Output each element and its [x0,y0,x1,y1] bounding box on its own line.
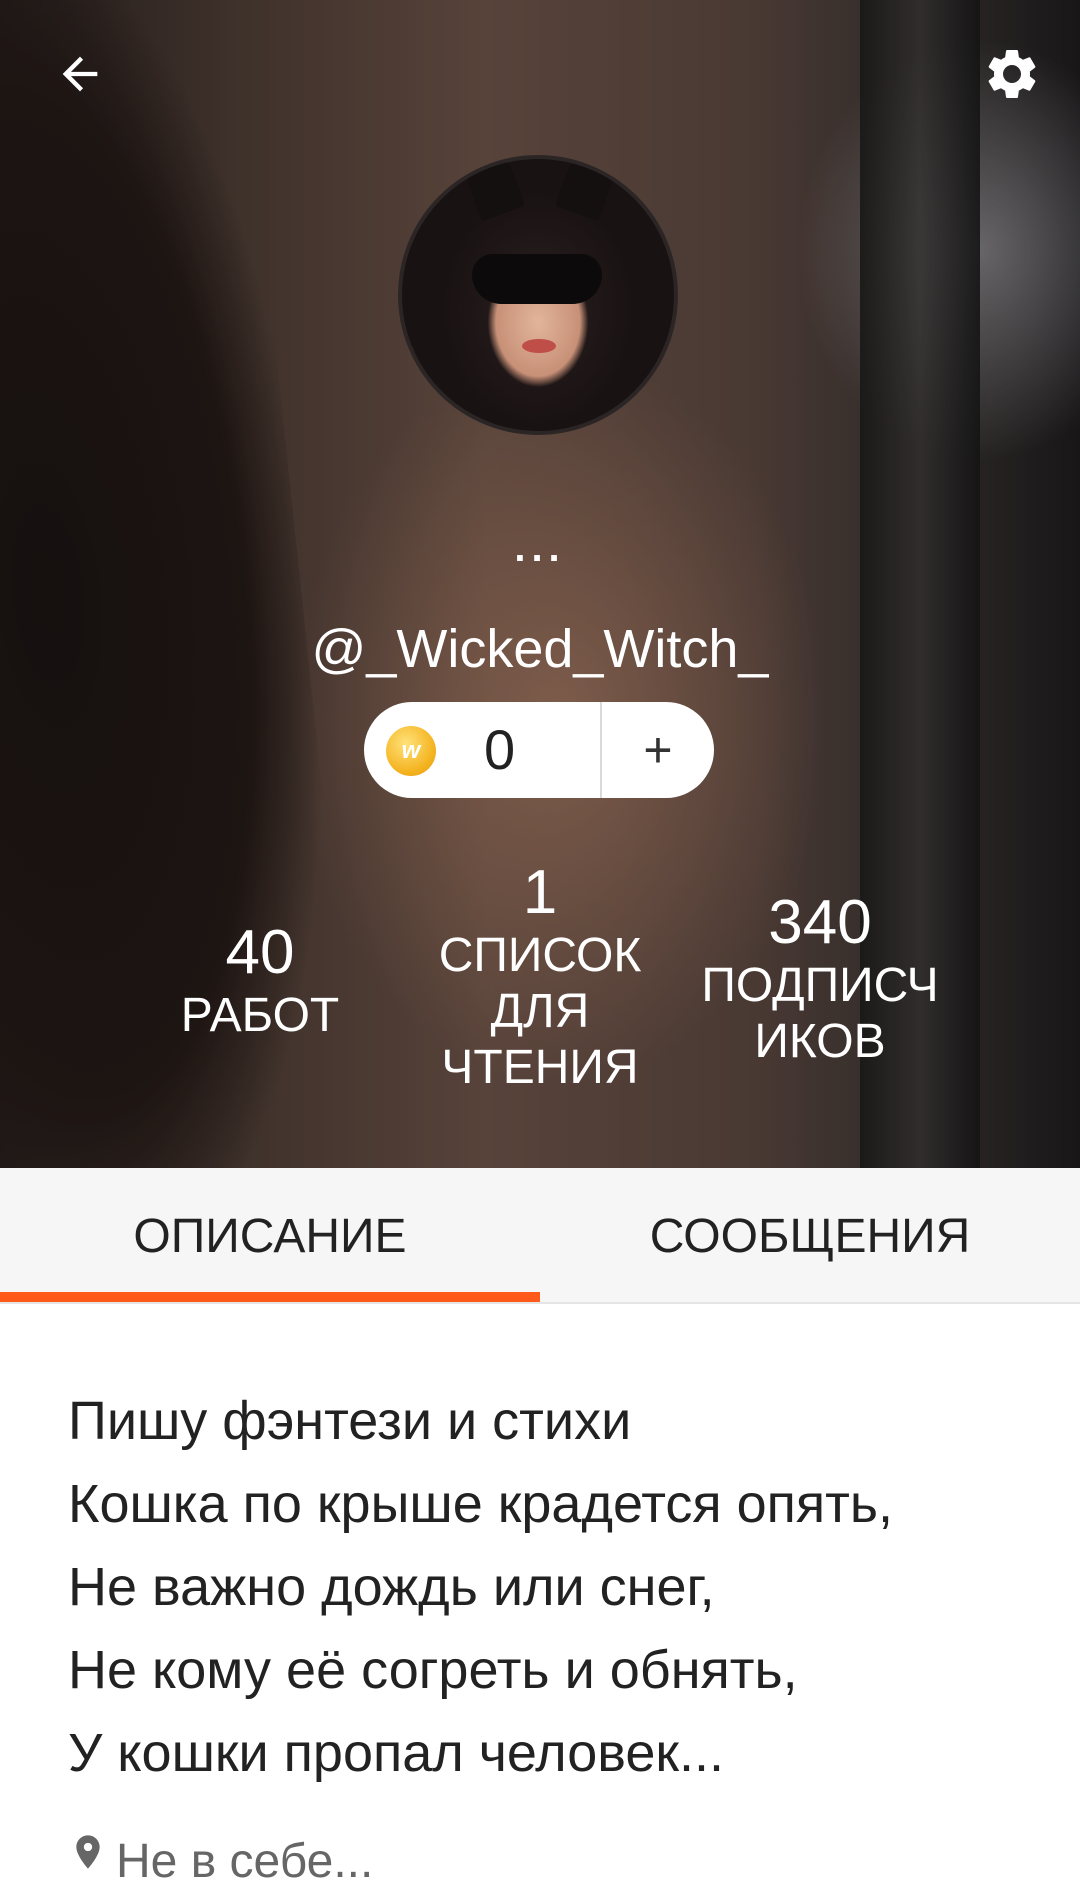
bio-line: Пишу фэнтези и стихи [68,1391,632,1451]
stat-followers[interactable]: 340 ПОДПИСЧ ИКОВ [680,888,960,1070]
stat-reading-lists-label: СПИСОК ДЛЯ ЧТЕНИЯ [400,928,680,1096]
avatar-lips [522,339,556,353]
location-pin-icon [76,1835,100,1869]
profile-description: Пишу фэнтези и стихи Кошка по крыше крад… [68,1380,1028,1795]
bio-line: У кошки пропал человек... [68,1723,725,1783]
username: @_Wicked_Witch_ [311,619,769,679]
wattpad-coin-icon: w [386,726,436,776]
location-row: Не в себе... [68,1826,373,1896]
coin-balance-pill[interactable]: w 0 + [364,702,714,798]
stat-works-value: 40 [225,918,295,987]
stat-reading-lists-value: 1 [522,858,558,927]
bio-line: Не кому её согреть и обнять, [68,1640,798,1700]
back-button[interactable] [44,38,116,110]
tab-messages[interactable]: СООБЩЕНИЯ [540,1168,1080,1304]
stat-reading-lists-label-line: ЧТЕНИЯ [441,1041,639,1094]
location-text: Не в себе... [116,1834,374,1888]
stat-works-label: РАБОТ [180,989,340,1042]
bio-line: Кошка по крыше крадется опять, [68,1474,893,1534]
more-options-button[interactable]: ... [0,528,1080,568]
avatar-mask [472,254,602,304]
settings-button[interactable] [976,38,1048,110]
stat-reading-lists-label-line: СПИСОК [438,929,642,982]
tab-about[interactable]: ОПИСАНИЕ [0,1168,540,1304]
stat-reading-lists-label-line: ДЛЯ [490,985,590,1038]
arrow-left-icon [62,56,98,92]
stat-followers-label-line: ИКОВ [754,1015,886,1068]
bio-line: Не важно дождь или снег, [68,1557,715,1617]
avatar[interactable] [398,155,678,435]
active-tab-indicator [0,1292,540,1302]
stat-reading-lists[interactable]: 1 СПИСОК ДЛЯ ЧТЕНИЯ [400,858,680,1096]
stat-followers-label-line: ПОДПИСЧ [701,959,939,1012]
add-coins-button[interactable]: + [602,702,714,798]
stat-followers-value: 340 [768,888,872,957]
gear-icon [988,49,1036,98]
stat-followers-label: ПОДПИСЧ ИКОВ [680,958,960,1070]
stat-works[interactable]: 40 РАБОТ [140,918,380,1044]
profile-tabs: ОПИСАНИЕ СООБЩЕНИЯ [0,1168,1080,1304]
coin-icon-letter: w [401,737,421,764]
